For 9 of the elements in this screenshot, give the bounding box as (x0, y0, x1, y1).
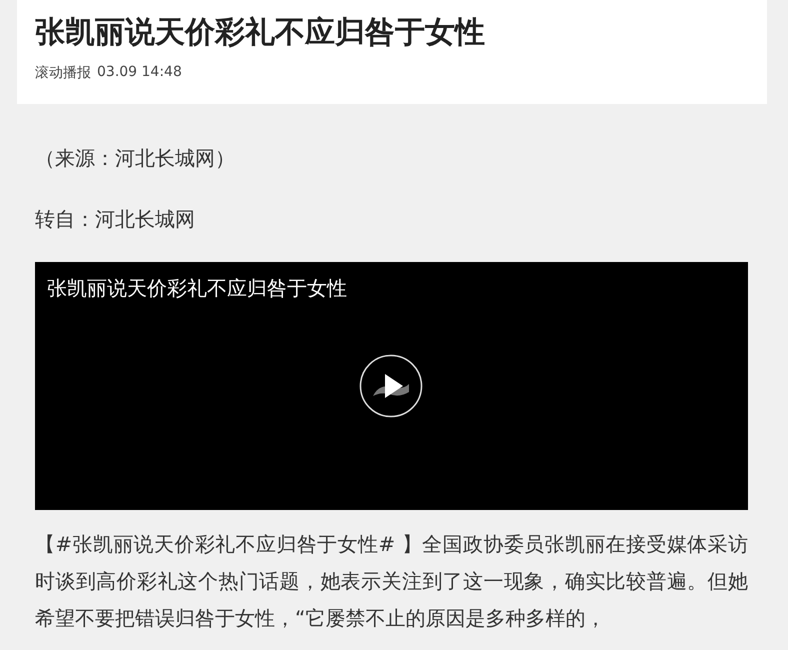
publish-time: 03.09 14:48 (97, 64, 182, 82)
paragraph: 【#张凯丽说天价彩礼不应归咎于女性# 】全国政协委员张凯丽在接受媒体采访时谈到高价彩礼这个热门话题，她表示关注到了这一现象，确实比较普遍。但她希望不要把错误归咎于女性，“它屡禁不止的原因是多种多样的， (35, 531, 748, 632)
paragraph: （来源：河北长城网） (35, 145, 236, 172)
video-player[interactable]: 张凯丽说天价彩礼不应归咎于女性 (35, 262, 748, 510)
article-title: 张凯丽说天价彩礼不应归咎于女性 (35, 14, 486, 52)
video-title: 张凯丽说天价彩礼不应归咎于女性 (47, 275, 347, 302)
play-button[interactable] (359, 354, 423, 418)
paragraph: 转自：河北长城网 (35, 206, 196, 233)
source-label: 滚动播报 (35, 64, 91, 82)
